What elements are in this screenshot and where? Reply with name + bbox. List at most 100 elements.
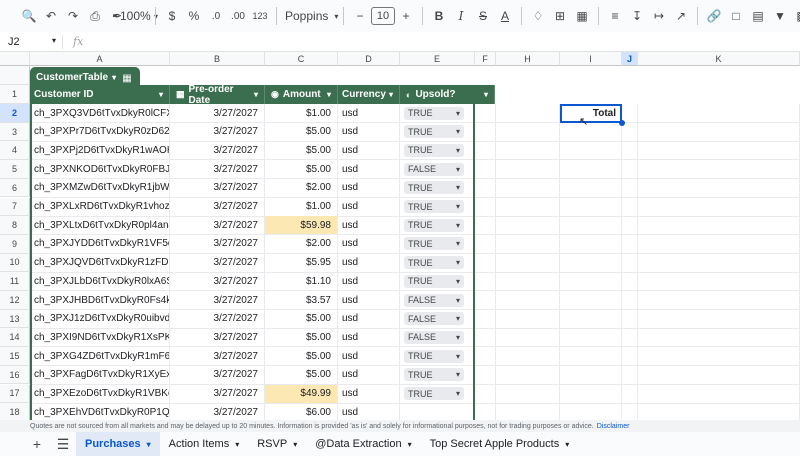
currency-cell[interactable]: usd	[338, 347, 400, 367]
table-header-amount[interactable]: ◉ Amount ▾	[265, 85, 338, 104]
preorder-date-cell[interactable]: 3/27/2027	[170, 365, 265, 385]
insert-comment-icon[interactable]: □	[725, 4, 747, 28]
column-header-j[interactable]: J	[622, 52, 638, 66]
upsold-cell[interactable]: TRUE ▾	[400, 365, 496, 385]
empty-cell[interactable]	[496, 253, 560, 273]
empty-cell[interactable]	[622, 328, 638, 348]
empty-cell[interactable]	[638, 384, 800, 404]
empty-cell[interactable]	[560, 122, 622, 142]
empty-cell[interactable]	[496, 160, 560, 180]
empty-cell[interactable]	[638, 309, 800, 329]
upsold-cell[interactable]: TRUE ▾	[400, 253, 496, 273]
customer-id-cell[interactable]: ch_3PXG4ZD6tTvxDkyR1mF6HTZK	[30, 347, 170, 367]
empty-cell[interactable]	[622, 122, 638, 142]
upsold-cell[interactable]: TRUE ▾	[400, 141, 496, 161]
upsold-dropdown-chip[interactable]: TRUE ▾	[404, 106, 464, 120]
column-header-h[interactable]: H	[496, 52, 560, 66]
empty-cell[interactable]	[638, 365, 800, 385]
horizontal-align-icon[interactable]: ≡	[604, 4, 626, 28]
empty-cell[interactable]	[638, 122, 800, 142]
empty-cell[interactable]	[496, 197, 560, 217]
preorder-date-cell[interactable]: 3/27/2027	[170, 291, 265, 310]
empty-cell[interactable]	[622, 365, 638, 385]
vertical-align-icon[interactable]: ↧	[626, 4, 648, 28]
sheet-tab-action-items[interactable]: Action Items ▾	[160, 432, 249, 456]
amount-cell[interactable]: $6.00	[265, 403, 338, 420]
upsold-dropdown-chip[interactable]: FALSE ▾	[404, 162, 464, 176]
name-box[interactable]: J2 ▾	[0, 36, 62, 48]
zoom-select[interactable]: 100% ▾	[120, 4, 158, 28]
empty-cell[interactable]	[638, 328, 800, 348]
empty-cell[interactable]	[622, 104, 638, 123]
row-header-10[interactable]: 10	[0, 253, 30, 273]
empty-cell[interactable]	[638, 234, 800, 254]
select-all-corner[interactable]	[0, 52, 30, 66]
print-icon[interactable]: ⎙	[84, 4, 106, 28]
fill-color-icon[interactable]: ♢	[527, 4, 549, 28]
empty-cell[interactable]	[622, 384, 638, 404]
customer-id-cell[interactable]: ch_3PXLtxD6tTvxDkyR0pl4an4u	[30, 216, 170, 236]
upsold-cell[interactable]: TRUE ▾	[400, 197, 496, 217]
empty-cell[interactable]	[560, 141, 622, 161]
empty-cell[interactable]	[622, 403, 638, 420]
empty-cell[interactable]	[496, 347, 560, 367]
currency-cell[interactable]: usd	[338, 291, 400, 310]
empty-cell[interactable]	[622, 141, 638, 161]
currency-cell[interactable]: usd	[338, 328, 400, 348]
column-header-b[interactable]: B	[170, 52, 265, 66]
upsold-cell[interactable]: FALSE ▾	[400, 309, 496, 329]
upsold-cell[interactable]: TRUE ▾	[400, 216, 496, 236]
upsold-dropdown-chip[interactable]: FALSE ▾	[404, 293, 464, 307]
amount-cell[interactable]: $1.10	[265, 272, 338, 292]
upsold-dropdown-chip[interactable]: TRUE ▾	[404, 274, 464, 288]
empty-cell[interactable]	[560, 272, 622, 292]
preorder-date-cell[interactable]: 3/27/2027	[170, 104, 265, 123]
empty-cell[interactable]	[638, 403, 800, 420]
amount-cell[interactable]: $59.98	[265, 216, 338, 236]
column-header-k[interactable]: K	[638, 52, 800, 66]
column-header-c[interactable]: C	[265, 52, 338, 66]
preorder-date-cell[interactable]: 3/27/2027	[170, 178, 265, 198]
empty-cell[interactable]	[622, 160, 638, 180]
upsold-dropdown-chip[interactable]: FALSE ▾	[404, 312, 464, 326]
preorder-date-cell[interactable]: 3/27/2027	[170, 328, 265, 348]
empty-cell[interactable]	[496, 178, 560, 198]
empty-cell[interactable]	[560, 178, 622, 198]
amount-cell[interactable]: $1.00	[265, 197, 338, 217]
table-header-customer-id[interactable]: Customer ID ▾	[30, 85, 170, 104]
upsold-dropdown-chip[interactable]: TRUE ▾	[404, 181, 464, 195]
empty-cell[interactable]	[496, 365, 560, 385]
empty-cell[interactable]	[496, 309, 560, 329]
preorder-date-cell[interactable]: 3/27/2027	[170, 272, 265, 292]
customer-id-cell[interactable]: ch_3PXMZwD6tTvxDkyR1jbWUwi4	[30, 178, 170, 198]
customer-id-cell[interactable]: ch_3PXJHBD6tTvxDkyR0Fs4kTkj	[30, 291, 170, 310]
amount-cell[interactable]: $5.00	[265, 122, 338, 142]
currency-cell[interactable]: usd	[338, 104, 400, 123]
empty-cell[interactable]	[622, 272, 638, 292]
amount-cell[interactable]: $1.00	[265, 104, 338, 123]
italic-icon[interactable]: I	[450, 4, 472, 28]
currency-cell[interactable]: usd	[338, 197, 400, 217]
row-header-17[interactable]: 17	[0, 384, 30, 404]
upsold-dropdown-chip[interactable]: TRUE ▾	[404, 368, 464, 382]
row-header-12[interactable]: 12	[0, 291, 30, 310]
preorder-date-cell[interactable]: 3/27/2027	[170, 347, 265, 367]
empty-cell[interactable]	[496, 272, 560, 292]
empty-cell[interactable]	[622, 197, 638, 217]
row-header-2[interactable]: 2	[0, 104, 30, 123]
upsold-cell[interactable]: FALSE ▾	[400, 160, 496, 180]
upsold-dropdown-chip[interactable]: TRUE ▾	[404, 218, 464, 232]
upsold-dropdown-chip[interactable]: TRUE ▾	[404, 387, 464, 400]
font-size-increase-button[interactable]: +	[395, 4, 417, 28]
number-format-button[interactable]: 123	[249, 4, 271, 28]
add-sheet-icon[interactable]: +	[24, 436, 50, 452]
upsold-dropdown-chip[interactable]: TRUE ▾	[404, 143, 464, 157]
currency-cell[interactable]: usd	[338, 253, 400, 273]
filter-views-icon[interactable]: ▩	[791, 4, 800, 28]
upsold-dropdown-chip[interactable]: TRUE ▾	[404, 349, 464, 363]
customer-id-cell[interactable]: ch_3PXEzoD6tTvxDkyR1VBKobMq	[30, 384, 170, 404]
merge-cells-icon[interactable]: ▦	[571, 4, 593, 28]
preorder-date-cell[interactable]: 3/27/2027	[170, 141, 265, 161]
upsold-dropdown-chip[interactable]: TRUE ▾	[404, 125, 464, 139]
empty-cell[interactable]	[560, 384, 622, 404]
